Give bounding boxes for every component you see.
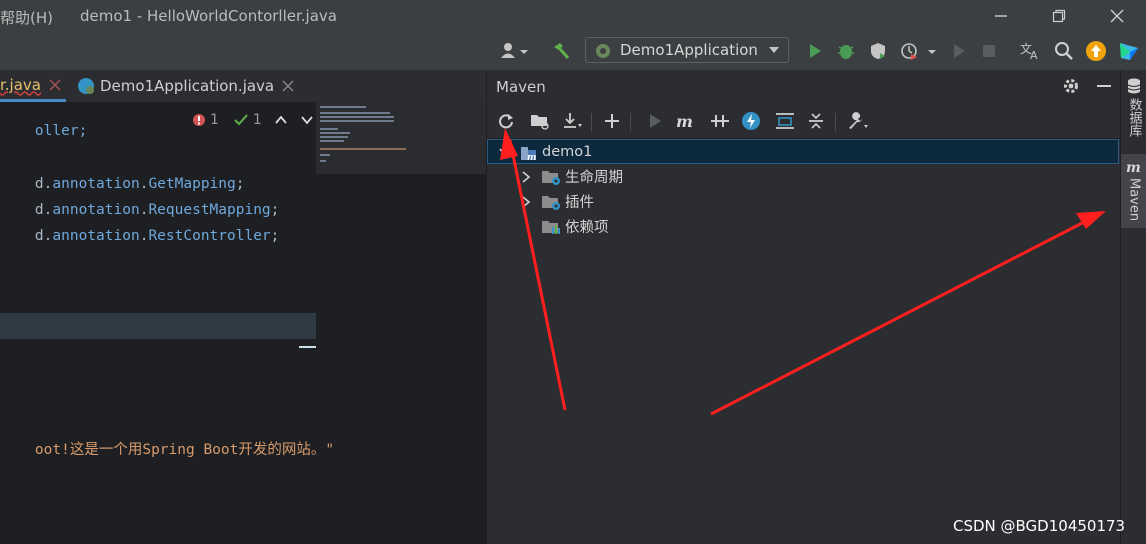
annotation-arrows [500,128,1106,416]
watermark: CSDN @BGD10450173 [953,517,1126,535]
annotation-arrow-to-maven-tab [710,211,1106,416]
annotation-arrow-to-reload [500,128,567,411]
